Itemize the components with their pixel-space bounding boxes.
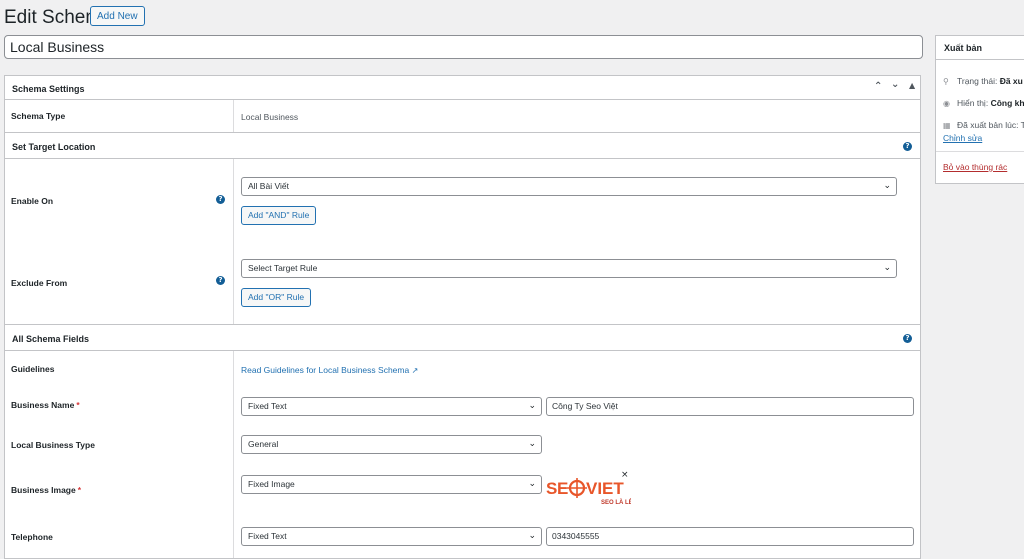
publish-header: Xuất bản: [936, 36, 1024, 60]
publish-status: ⚲ Trạng thái: Đã xu: [943, 76, 1023, 86]
guidelines-link[interactable]: Read Guidelines for Local Business Schem…: [241, 365, 418, 375]
logo-letter: S: [546, 479, 557, 498]
help-icon[interactable]: ?: [903, 334, 912, 343]
exclude-from-select[interactable]: Select Target Rule ⌄: [241, 259, 897, 278]
business-image-label-text: Business Image: [11, 485, 76, 495]
business-name-label: Business Name *: [11, 400, 80, 410]
schema-fields-header: All Schema Fields ?: [5, 325, 920, 351]
business-name-label-text: Business Name: [11, 400, 75, 410]
business-image-type-value: Fixed Image: [248, 479, 295, 489]
column-divider: [233, 100, 234, 132]
title-input[interactable]: Local Business: [4, 35, 923, 59]
remove-image-icon[interactable]: ×: [621, 470, 629, 480]
publish-visibility: ◉ Hiển thị: Công kh: [943, 98, 1024, 108]
edit-date-link[interactable]: Chỉnh sửa: [943, 133, 982, 143]
chevron-down-icon: ⌄: [883, 263, 891, 273]
telephone-type-value: Fixed Text: [248, 531, 287, 541]
schema-fields-title: All Schema Fields: [12, 334, 90, 344]
svg-text:E: E: [557, 479, 568, 498]
exclude-from-label: Exclude From: [11, 278, 68, 288]
enable-on-label: Enable On: [11, 196, 54, 206]
schema-type-label: Schema Type: [11, 111, 66, 121]
telephone-label: Telephone: [11, 532, 53, 542]
business-type-value: General: [248, 439, 279, 449]
enable-on-select[interactable]: All Bài Viết ⌄: [241, 177, 897, 196]
move-up-icon[interactable]: ⌃: [874, 81, 882, 92]
business-name-type-value: Fixed Text: [248, 401, 287, 411]
enable-on-value: All Bài Viết: [248, 181, 289, 191]
toggle-panel-icon[interactable]: ▲: [909, 81, 915, 90]
column-divider: [233, 351, 234, 558]
published-at-label: Đã xuất bản lúc: T: [957, 120, 1024, 130]
column-divider: [233, 159, 234, 324]
business-name-input[interactable]: Công Ty Seo Việt: [546, 397, 914, 416]
external-link-icon: ↗: [411, 366, 419, 375]
seo-viet-logo: S E VIET SEO LÀ LÊN: [546, 478, 637, 506]
chevron-down-icon: ⌄: [528, 439, 536, 449]
add-new-button[interactable]: Add New: [90, 6, 145, 26]
schema-settings-title: Schema Settings: [12, 84, 85, 94]
status-label: Trạng thái:: [957, 76, 998, 86]
trash-link[interactable]: Bỏ vào thùng rác: [943, 162, 1007, 172]
required-mark: *: [77, 485, 82, 495]
guidelines-label: Guidelines: [11, 364, 55, 374]
required-mark: *: [76, 400, 80, 410]
help-icon[interactable]: ?: [903, 142, 912, 151]
schema-settings-box: Schema Settings ⌃ ⌄ ▲ Schema Type Local …: [4, 75, 921, 559]
publish-date: ▦ Đã xuất bản lúc: T: [943, 120, 1024, 130]
help-icon[interactable]: ?: [216, 276, 225, 285]
publish-box: Xuất bản ⚲ Trạng thái: Đã xu ◉ Hiển thị: C…: [935, 35, 1024, 184]
guidelines-link-text: Read Guidelines for Local Business Schem…: [241, 365, 410, 375]
add-or-rule-button[interactable]: Add "OR" Rule: [241, 288, 312, 307]
pin-icon: ⚲: [943, 77, 949, 86]
move-down-icon[interactable]: ⌄: [891, 79, 899, 90]
target-location-title: Set Target Location: [12, 142, 96, 152]
eye-icon: ◉: [943, 99, 950, 108]
add-and-rule-button[interactable]: Add "AND" Rule: [241, 206, 317, 225]
telephone-input[interactable]: 0343045555: [546, 527, 914, 546]
exclude-from-value: Select Target Rule: [248, 263, 318, 273]
calendar-icon: ▦: [943, 121, 951, 130]
business-type-select[interactable]: General ⌄: [241, 435, 542, 454]
business-image-label: Business Image *: [11, 485, 81, 495]
business-name-type-select[interactable]: Fixed Text ⌄: [241, 397, 542, 416]
divider: [936, 151, 1024, 152]
schema-type-value: Local Business: [241, 112, 299, 122]
schema-settings-header: Schema Settings ⌃ ⌄ ▲: [5, 76, 920, 100]
business-type-label: Local Business Type: [11, 440, 95, 450]
chevron-down-icon: ⌄: [528, 401, 536, 411]
chevron-down-icon: ⌄: [528, 479, 536, 489]
chevron-down-icon: ⌄: [528, 531, 536, 541]
help-icon[interactable]: ?: [216, 195, 225, 204]
publish-title: Xuất bản: [944, 43, 983, 53]
chevron-down-icon: ⌄: [883, 181, 891, 191]
visibility-label: Hiển thị:: [957, 98, 989, 108]
target-location-header: Set Target Location ?: [5, 133, 920, 159]
telephone-type-select[interactable]: Fixed Text ⌄: [241, 527, 542, 546]
visibility-value: Công kh: [990, 98, 1024, 108]
status-value: Đã xu: [999, 76, 1023, 86]
business-image-type-select[interactable]: Fixed Image ⌄: [241, 475, 542, 494]
logo-wordmark: VIET: [586, 479, 624, 498]
business-image-preview[interactable]: S E VIET SEO LÀ LÊN ×: [545, 470, 637, 507]
logo-tagline: SEO LÀ LÊN: [601, 498, 631, 506]
